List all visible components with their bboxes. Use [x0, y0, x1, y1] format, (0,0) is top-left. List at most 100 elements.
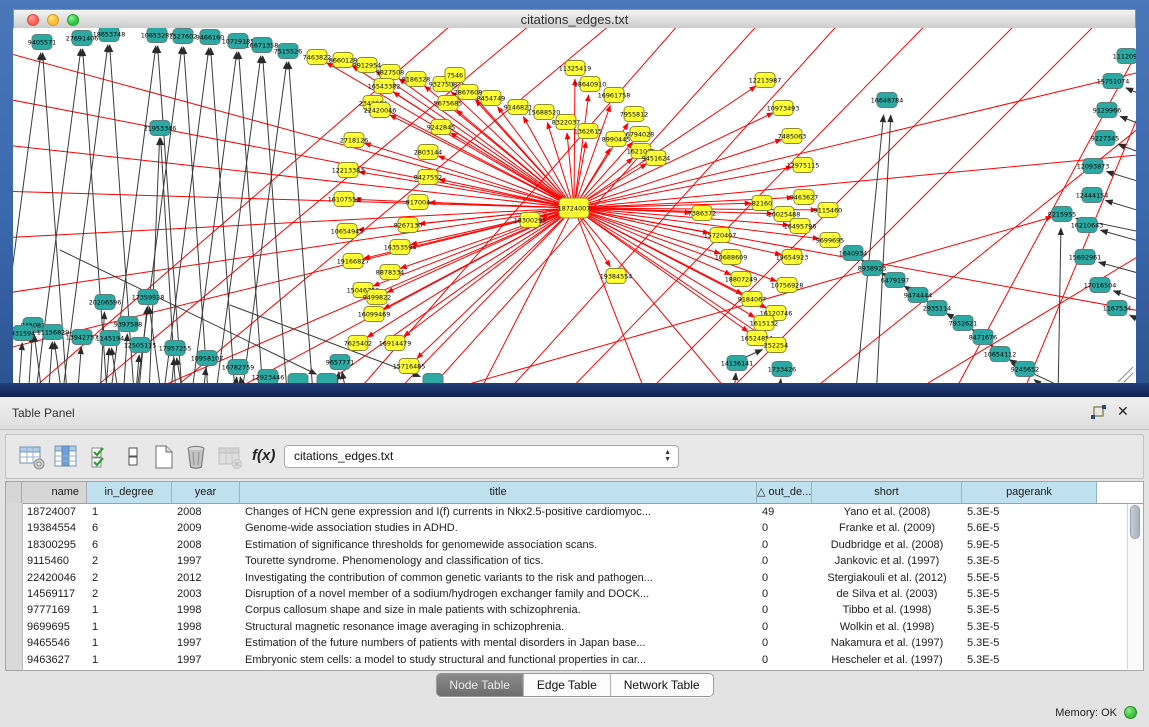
- cell-name[interactable]: 14569117: [22, 586, 87, 602]
- table-row[interactable]: 977716911998Corpus callosum shape and si…: [6, 602, 1126, 618]
- cell-in_degree[interactable]: 1: [87, 619, 172, 635]
- cell-pagerank[interactable]: 5.3E-5: [962, 586, 1097, 602]
- cell-short[interactable]: Nakamura et al. (1997): [812, 635, 962, 651]
- edge[interactable]: [47, 342, 52, 383]
- edge[interactable]: [574, 95, 589, 208]
- cell-in_degree[interactable]: 2: [87, 553, 172, 569]
- graph-node[interactable]: [317, 374, 337, 384]
- cell-in_degree[interactable]: 1: [87, 652, 172, 668]
- delete-table-icon[interactable]: [216, 443, 244, 471]
- edge[interactable]: [574, 86, 756, 208]
- edge[interactable]: [201, 368, 206, 383]
- cell-out_de[interactable]: 0: [757, 537, 812, 553]
- edge[interactable]: [1120, 116, 1136, 132]
- table-row[interactable]: 1938455462009Genome-wide association stu…: [6, 520, 1126, 536]
- table-row[interactable]: 911546021997Tourette syndrome. Phenomeno…: [6, 553, 1126, 569]
- cell-in_degree[interactable]: 1: [87, 635, 172, 651]
- edge[interactable]: [1126, 88, 1136, 103]
- cell-short[interactable]: Hescheler et al. (1997): [812, 652, 962, 668]
- cell-pagerank[interactable]: 5.3E-5: [962, 553, 1097, 569]
- cell-in_degree[interactable]: 6: [87, 537, 172, 553]
- cell-name[interactable]: 22420046: [22, 570, 87, 586]
- edge[interactable]: [731, 373, 736, 383]
- table-row[interactable]: 1830029562008Estimation of significance …: [6, 537, 1126, 553]
- cell-year[interactable]: 2012: [172, 570, 240, 586]
- cell-short[interactable]: Franke et al. (2009): [812, 520, 962, 536]
- cell-out_de[interactable]: 0: [757, 570, 812, 586]
- column-header-in_degree[interactable]: in_degree: [87, 482, 172, 503]
- cell-pagerank[interactable]: 5.6E-5: [962, 520, 1097, 536]
- edge[interactable]: [233, 62, 287, 383]
- cell-out_de[interactable]: 0: [757, 586, 812, 602]
- cell-short[interactable]: de Silva et al. (2003): [812, 586, 962, 602]
- show-columns-icon[interactable]: [52, 443, 80, 471]
- cell-year[interactable]: 1998: [172, 619, 240, 635]
- table-vertical-scrollbar[interactable]: [1127, 504, 1142, 669]
- cell-pagerank[interactable]: 5.3E-5: [962, 635, 1097, 651]
- cell-pagerank[interactable]: 5.3E-5: [962, 602, 1097, 618]
- edge[interactable]: [776, 379, 781, 383]
- cell-out_de[interactable]: 0: [757, 635, 812, 651]
- tab-node-table[interactable]: Node Table: [436, 674, 524, 696]
- edge[interactable]: [1058, 228, 1061, 383]
- table-selector-dropdown[interactable]: citations_edges.txt ▲▼: [284, 445, 679, 468]
- cell-in_degree[interactable]: 1: [87, 504, 172, 520]
- edge[interactable]: [417, 208, 574, 358]
- edge[interactable]: [260, 208, 574, 383]
- row-selection-icon[interactable]: [88, 443, 116, 471]
- edge[interactable]: [574, 79, 575, 208]
- cell-out_de[interactable]: 0: [757, 553, 812, 569]
- cell-year[interactable]: 2009: [172, 520, 240, 536]
- cell-out_de[interactable]: 0: [757, 619, 812, 635]
- edge[interactable]: [574, 60, 1136, 208]
- cell-pagerank[interactable]: 5.3E-5: [962, 619, 1097, 635]
- attribute-table[interactable]: namein_degreeyeartitle△ out_de...shortpa…: [5, 481, 1144, 671]
- cell-short[interactable]: Yano et al. (2008): [812, 504, 962, 520]
- scrollbar-thumb[interactable]: [1130, 505, 1140, 539]
- edge[interactable]: [184, 47, 211, 383]
- function-builder-icon[interactable]: f(x): [252, 447, 275, 464]
- cell-year[interactable]: 1998: [172, 602, 240, 618]
- network-window-titlebar[interactable]: citations_edges.txt: [13, 9, 1136, 29]
- edge[interactable]: [155, 48, 209, 383]
- cell-title[interactable]: Investigating the contribution of common…: [240, 570, 757, 586]
- cell-pagerank[interactable]: 5.3E-5: [962, 504, 1097, 520]
- cell-name[interactable]: 18300295: [22, 537, 87, 553]
- cell-title[interactable]: Embryonic stem cells: a model to study s…: [240, 652, 757, 668]
- cell-short[interactable]: Tibbo et al. (1998): [812, 602, 962, 618]
- cell-in_degree[interactable]: 1: [87, 602, 172, 618]
- network-canvas[interactable]: 1872400718300295193845541132541918640910…: [13, 28, 1136, 383]
- table-header-row[interactable]: namein_degreeyeartitle△ out_de...shortpa…: [6, 482, 1143, 504]
- table-row[interactable]: 2242004622012Investigating the contribut…: [6, 570, 1126, 586]
- cell-pagerank[interactable]: 5.5E-5: [962, 570, 1097, 586]
- column-header-year[interactable]: year: [172, 482, 240, 503]
- cell-short[interactable]: Dudbridge et al. (2008): [812, 537, 962, 553]
- rows-icon[interactable]: [120, 443, 148, 471]
- table-row[interactable]: 969969511998Structural magnetic resonanc…: [6, 619, 1126, 635]
- edge[interactable]: [1106, 172, 1136, 188]
- edge[interactable]: [239, 52, 266, 383]
- delete-column-icon[interactable]: [182, 443, 210, 471]
- cell-pagerank[interactable]: 5.3E-5: [962, 652, 1097, 668]
- edge[interactable]: [128, 47, 182, 383]
- graph-node[interactable]: [423, 374, 443, 384]
- edge[interactable]: [17, 343, 22, 383]
- cell-name[interactable]: 9699695: [22, 619, 87, 635]
- cell-out_de[interactable]: 49: [757, 504, 812, 520]
- edge[interactable]: [1101, 230, 1136, 247]
- float-panel-icon[interactable]: [1090, 405, 1107, 421]
- memory-ok-icon[interactable]: [1124, 706, 1137, 719]
- cell-year[interactable]: 1997: [172, 635, 240, 651]
- table-row[interactable]: 1456911722003Disruption of a novel membe…: [6, 586, 1126, 602]
- edge[interactable]: [169, 358, 174, 383]
- cell-title[interactable]: Tourette syndrome. Phenomenology and cla…: [240, 553, 757, 569]
- edge[interactable]: [1105, 200, 1136, 217]
- column-header-pagerank[interactable]: pagerank: [962, 482, 1097, 503]
- cell-out_de[interactable]: 0: [757, 520, 812, 536]
- column-header-short[interactable]: short: [812, 482, 962, 503]
- cell-in_degree[interactable]: 2: [87, 586, 172, 602]
- cell-year[interactable]: 1997: [172, 553, 240, 569]
- edge[interactable]: [876, 115, 891, 383]
- cell-name[interactable]: 9463627: [22, 652, 87, 668]
- cell-year[interactable]: 2008: [172, 537, 240, 553]
